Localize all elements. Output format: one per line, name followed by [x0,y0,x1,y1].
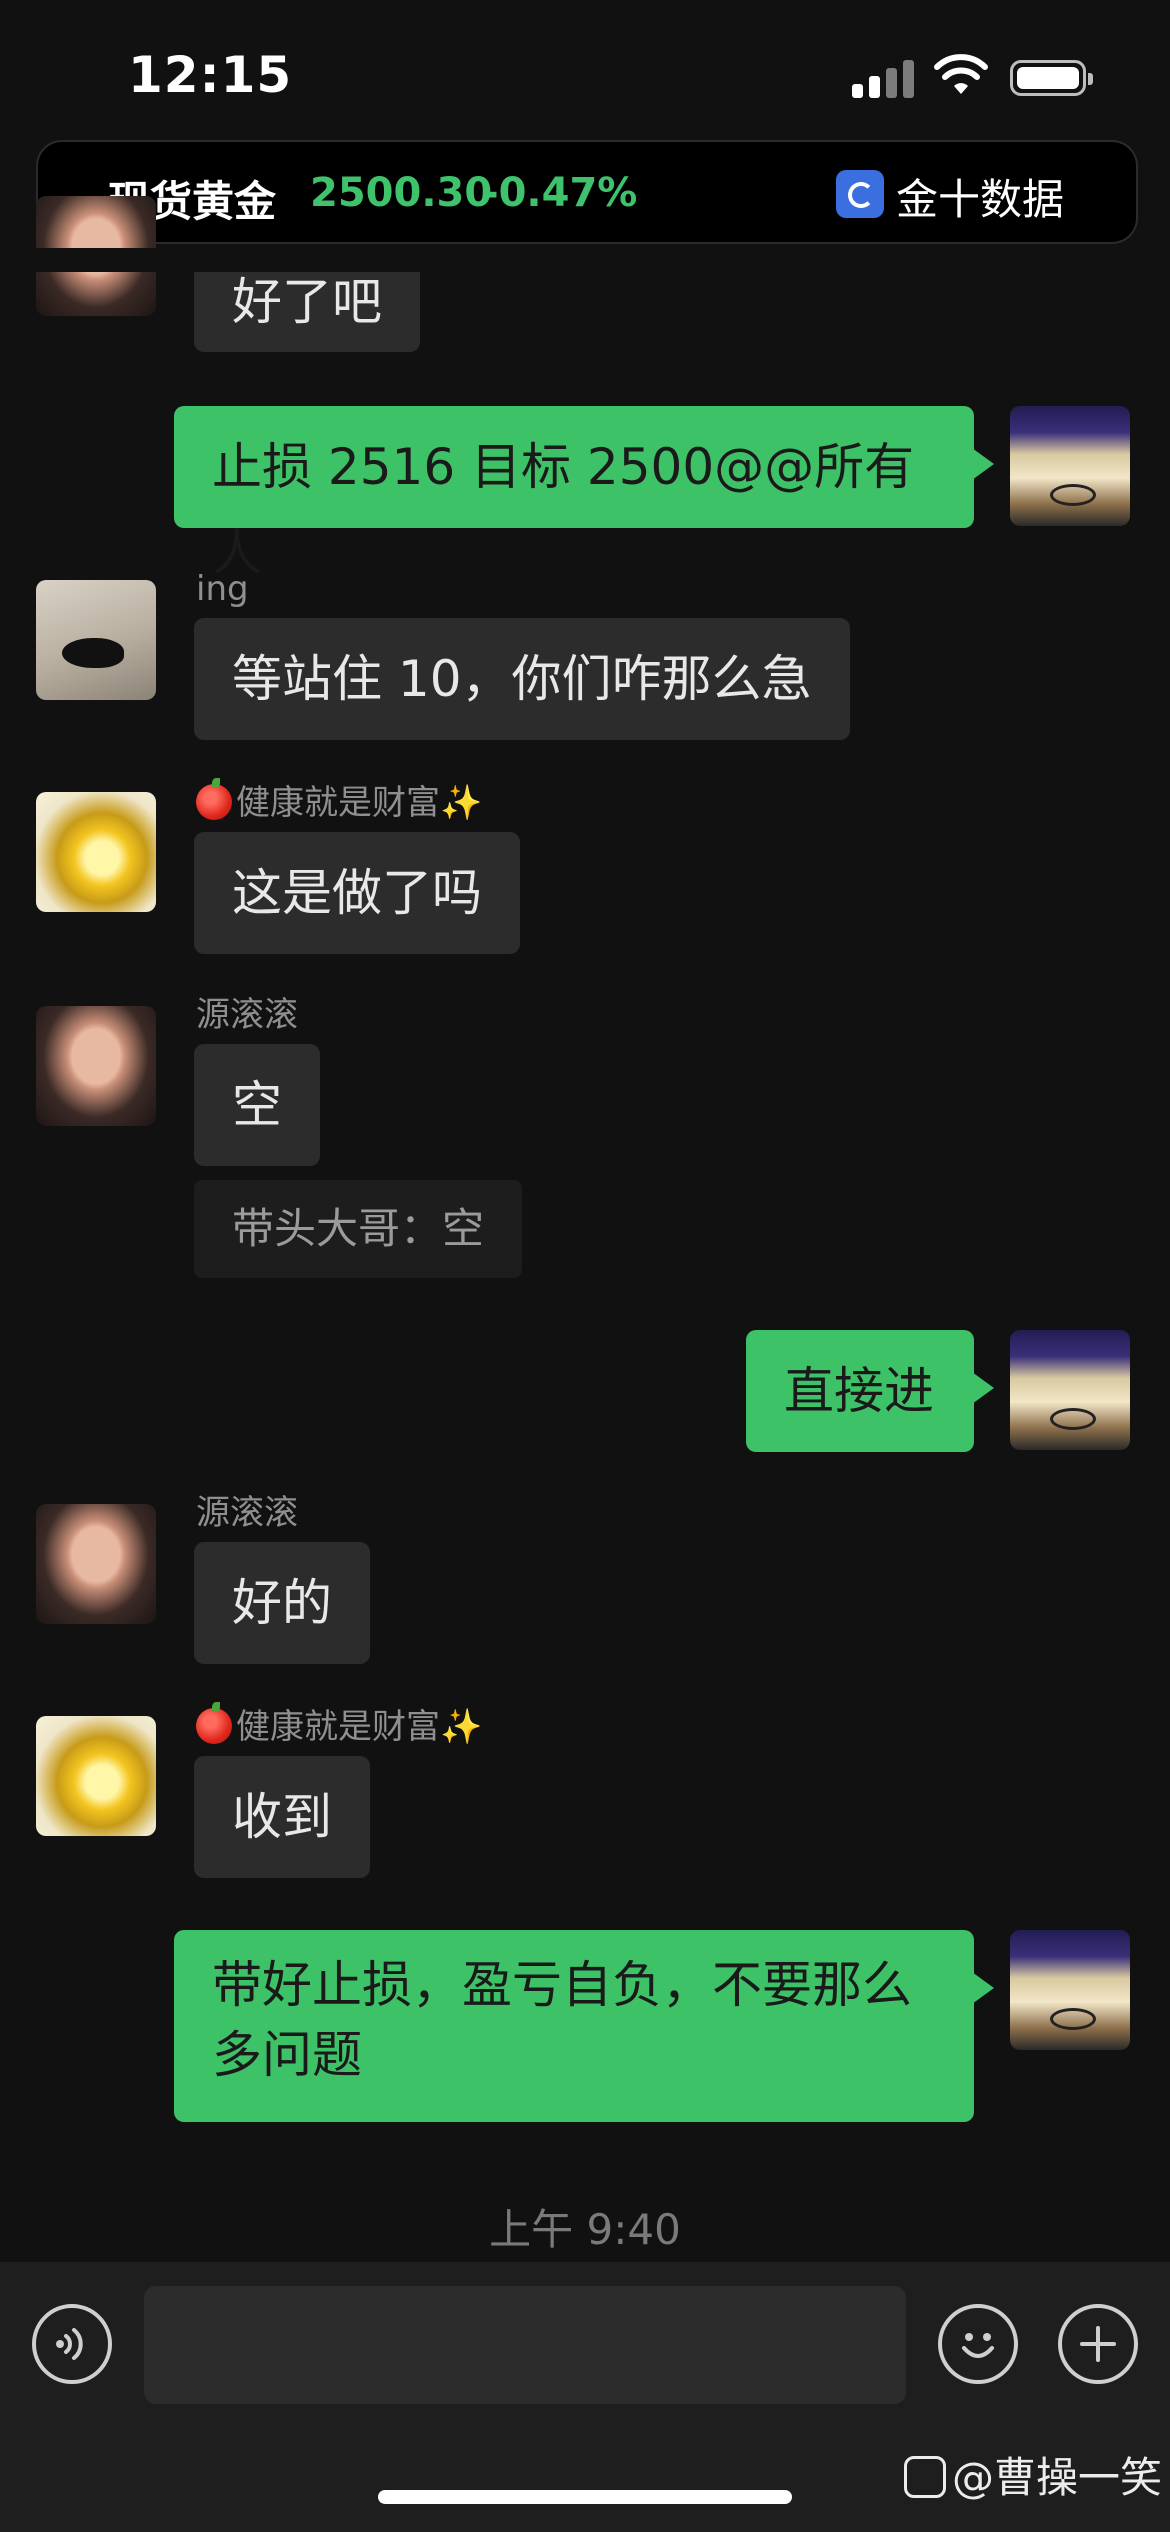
sender-avatar[interactable] [36,792,156,912]
sender-name-row: 健康就是财富✨ [196,778,483,824]
my-avatar[interactable] [1010,406,1130,526]
watermark-text: @曹操一笑 [952,2453,1163,2502]
my-avatar[interactable] [1010,1330,1130,1450]
voice-icon [56,2328,83,2360]
sender-name: 健康就是财富 [236,783,440,823]
message-bubble-incoming[interactable]: 这是做了吗 [194,832,520,954]
sender-avatar[interactable] [36,580,156,700]
apple-emoji-icon [196,778,232,820]
message-timestamp: 上午 9:40 [489,2205,681,2254]
message-bubble-incoming[interactable]: 等站住 10，你们咋那么急 [194,618,850,740]
ticker-change: -0.47% [482,170,638,216]
ticker-source: 金十数据 [896,175,1065,224]
ticker-price: 2500.30 [310,170,493,216]
my-avatar[interactable] [1010,1930,1130,2050]
sparkles-emoji-icon: ✨ [440,783,483,823]
sender-name: 源滚滚 [196,995,298,1035]
message-bubble-incoming[interactable]: 空 [194,1044,320,1166]
plus-icon [1080,2326,1116,2362]
sender-name: 源滚滚 [196,1493,298,1533]
sender-avatar[interactable] [36,1504,156,1624]
wifi-icon [934,54,988,94]
scroll-mask [0,248,1170,272]
gold-price-ticker[interactable]: 现货黄金 2500.30 -0.47% 金十数据 [38,142,1136,242]
sender-avatar[interactable] [36,1716,156,1836]
sender-avatar[interactable] [36,1006,156,1126]
message-input[interactable] [144,2286,906,2404]
more-options-button[interactable] [1058,2304,1138,2384]
jin10-logo-icon [836,170,884,218]
message-bubble-incoming[interactable]: 好的 [194,1542,370,1664]
watermark-logo-icon [904,2456,946,2498]
sender-name-row: 健康就是财富✨ [196,1702,483,1748]
sender-name: 健康就是财富 [236,1707,440,1747]
watermark: @曹操一笑 [904,2444,1162,2505]
message-bubble-outgoing[interactable]: 带好止损，盈亏自负，不要那么多问题 [174,1930,994,2122]
cellular-signal-icon [852,58,916,98]
message-bubble-outgoing[interactable]: 止损 2516 目标 2500@@所有人 [174,406,994,582]
sparkles-emoji-icon: ✨ [440,1707,483,1747]
emoji-button[interactable] [938,2304,1018,2384]
status-time: 12:15 [128,46,293,104]
home-indicator[interactable] [378,2490,792,2504]
apple-emoji-icon [196,1702,232,1744]
voice-input-button[interactable] [32,2304,112,2384]
message-bubble-outgoing[interactable]: 直接进 [746,1330,994,1452]
message-bubble-incoming[interactable]: 收到 [194,1756,370,1878]
emoji-icon [962,2333,994,2358]
sender-name: ing [196,569,249,609]
quoted-message[interactable]: 带头大哥：空 [194,1180,523,1278]
battery-icon [1010,60,1093,96]
